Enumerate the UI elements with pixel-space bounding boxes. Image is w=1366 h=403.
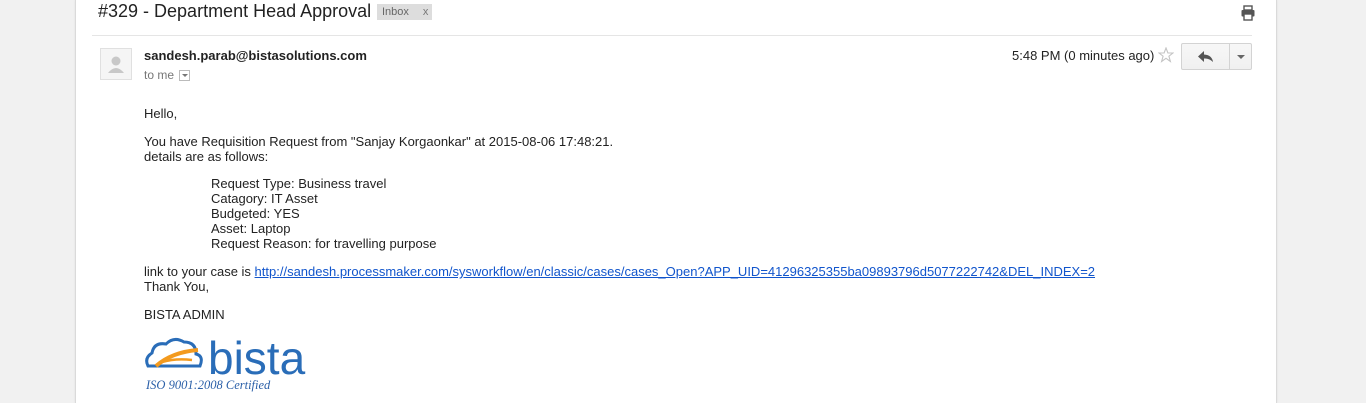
email-panel: #329 - Department Head Approval Inbox x s… bbox=[75, 0, 1277, 403]
header-divider bbox=[92, 35, 1252, 36]
show-details-dropdown-icon[interactable] bbox=[179, 70, 191, 82]
detail-budgeted: Budgeted: YES bbox=[211, 206, 300, 221]
case-link-line: link to your case is http://sandesh.proc… bbox=[144, 264, 1095, 279]
sender-avatar[interactable] bbox=[100, 48, 132, 80]
signature-text: BISTA ADMIN bbox=[144, 307, 225, 322]
reply-button[interactable] bbox=[1181, 43, 1230, 70]
star-icon[interactable] bbox=[1158, 47, 1174, 63]
greeting-text: Hello, bbox=[144, 106, 178, 121]
email-body: Hello, You have Requisition Request from… bbox=[144, 106, 1095, 322]
detail-category: Catagory: IT Asset bbox=[211, 191, 318, 206]
detail-request-type: Request Type: Business travel bbox=[211, 176, 387, 191]
label-name[interactable]: Inbox bbox=[382, 4, 409, 20]
more-options-button[interactable] bbox=[1229, 43, 1252, 70]
recipient-line: to me bbox=[144, 68, 191, 82]
iso-certification: ISO 9001:2008 Certified bbox=[146, 378, 271, 392]
person-icon bbox=[108, 56, 124, 73]
case-link-prefix: link to your case is bbox=[144, 264, 255, 279]
intro-line-2: details are as follows: bbox=[144, 149, 269, 164]
detail-reason: Request Reason: for travelling purpose bbox=[211, 236, 437, 251]
print-icon[interactable] bbox=[1240, 5, 1256, 21]
recipient-text: to me bbox=[144, 68, 175, 82]
intro-line-1: You have Requisition Request from "Sanja… bbox=[144, 134, 614, 149]
email-timestamp: 5:48 PM (0 minutes ago) bbox=[1012, 48, 1155, 63]
inbox-label-chip[interactable]: Inbox x bbox=[377, 4, 433, 20]
email-subject: #329 - Department Head Approval bbox=[98, 1, 372, 21]
bista-logo-wordmark: bista bbox=[208, 332, 306, 384]
thanks-text: Thank You, bbox=[144, 279, 210, 294]
request-details: Request Type: Business travel Catagory: … bbox=[211, 176, 1095, 251]
detail-asset: Asset: Laptop bbox=[211, 221, 291, 236]
remove-label-button[interactable]: x bbox=[423, 4, 429, 20]
sender-email[interactable]: sandesh.parab@bistasolutions.com bbox=[144, 48, 367, 63]
case-link[interactable]: http://sandesh.processmaker.com/sysworkf… bbox=[255, 264, 1095, 279]
reply-icon bbox=[1198, 51, 1213, 62]
bista-logo-swoosh bbox=[145, 337, 203, 368]
